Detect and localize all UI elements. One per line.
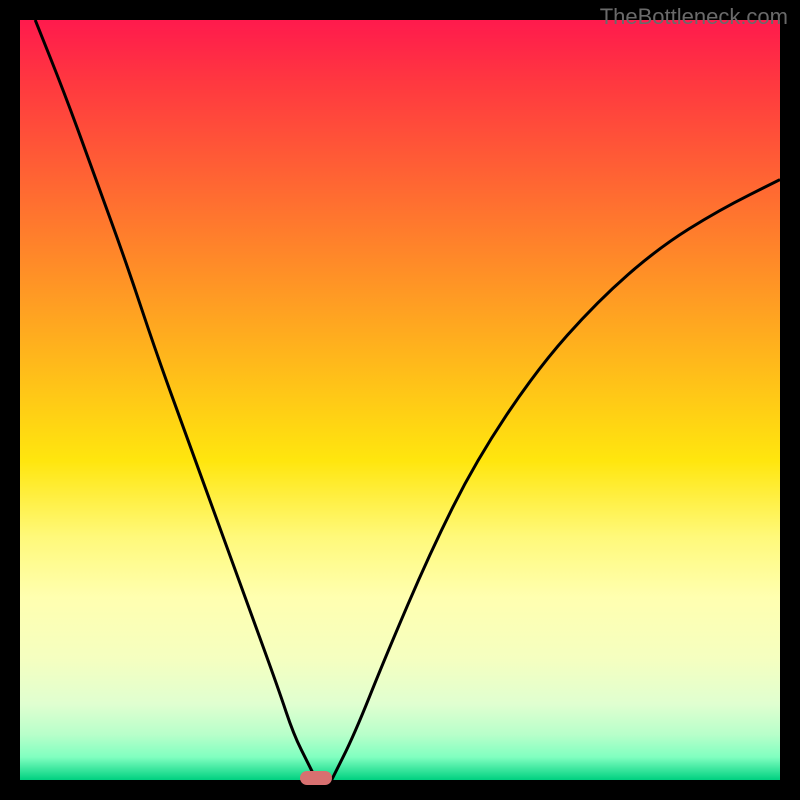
chart-frame <box>20 20 780 780</box>
chart-curve <box>20 20 780 780</box>
watermark-text: TheBottleneck.com <box>600 4 788 30</box>
minimum-marker <box>300 771 332 785</box>
curve-right-branch <box>332 180 780 780</box>
curve-left-branch <box>35 20 316 780</box>
